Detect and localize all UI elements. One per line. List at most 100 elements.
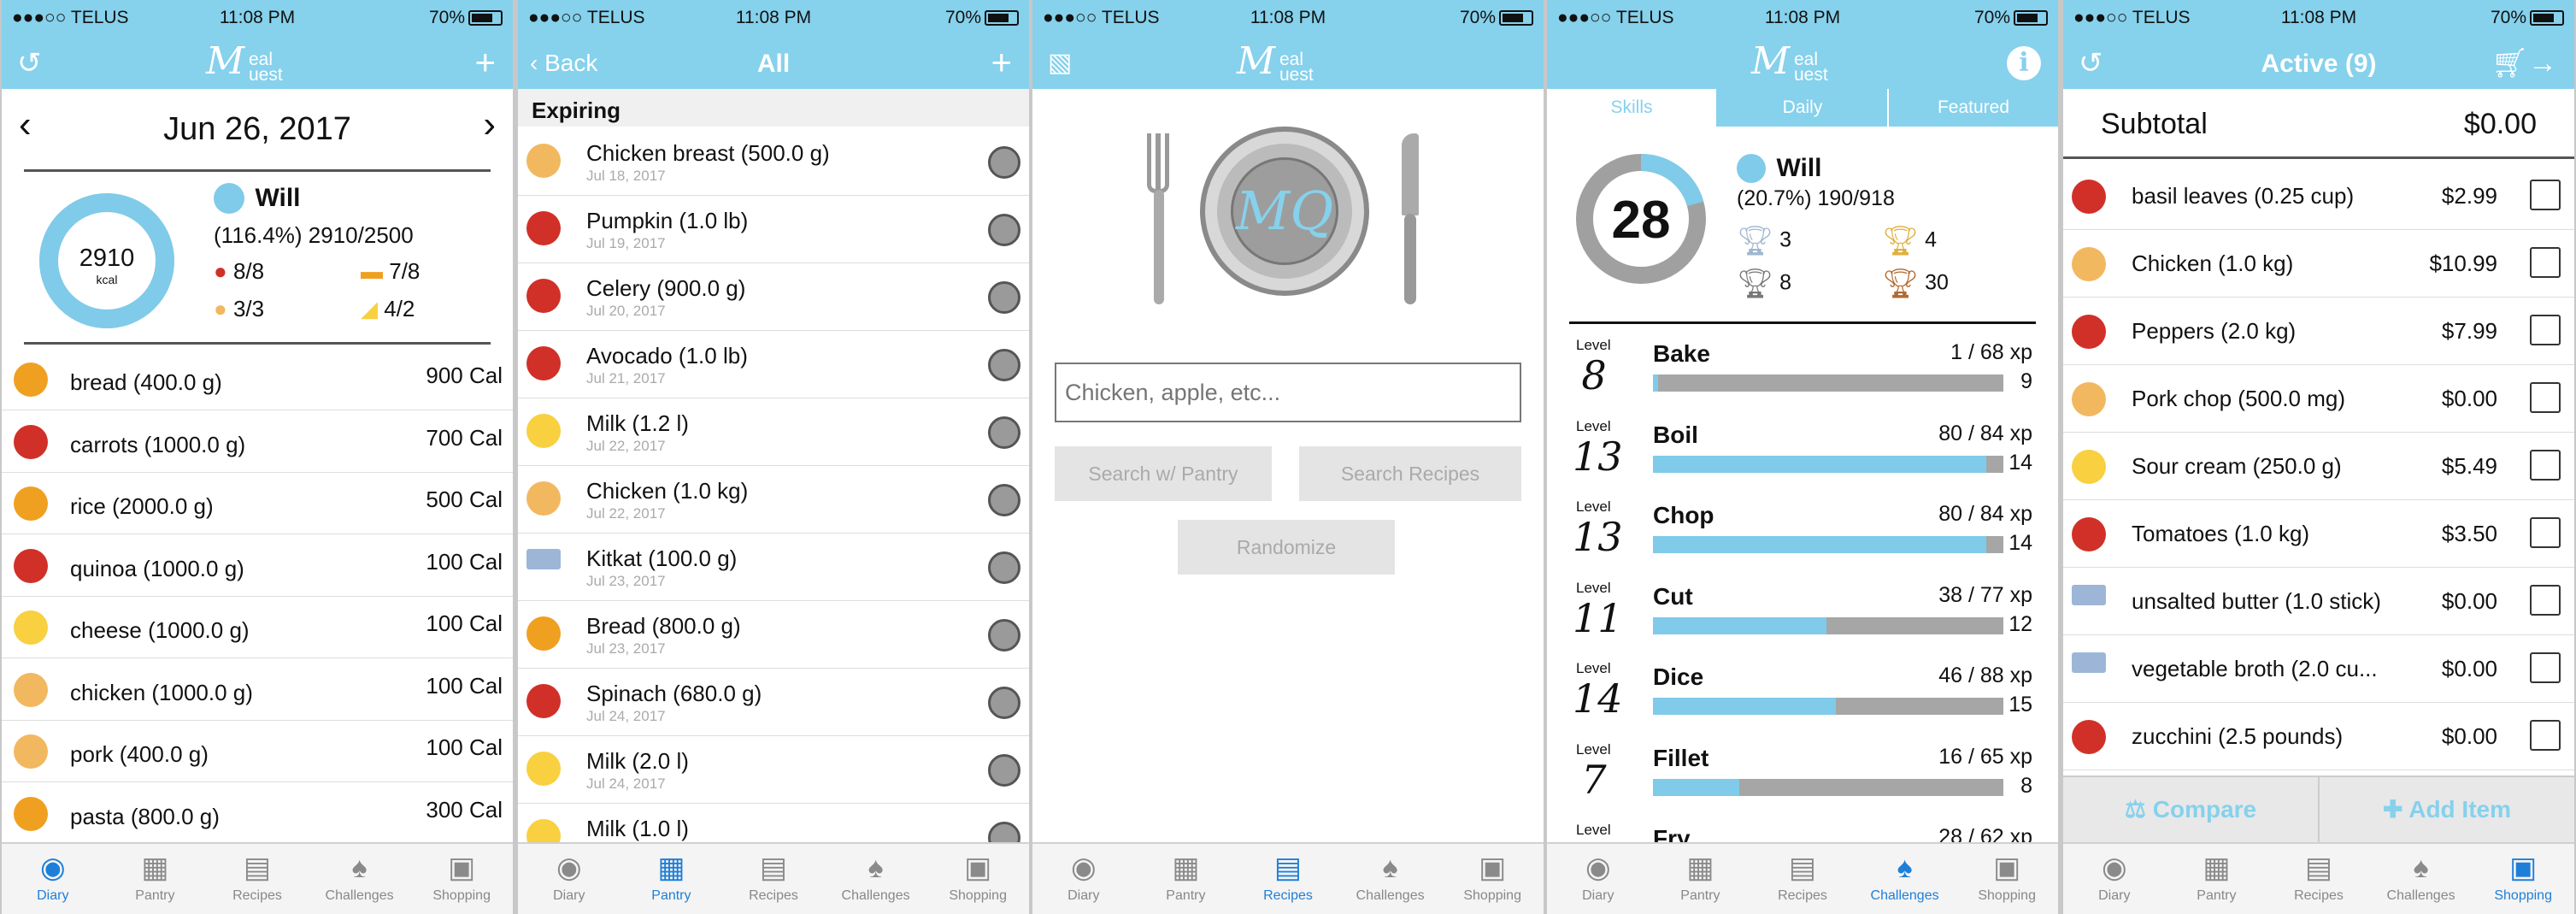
item-checkbox[interactable] [2530, 517, 2561, 548]
skill-xp: 80 / 84 xp [1938, 502, 2032, 526]
tab-diary[interactable]: ◉ Diary [518, 844, 620, 914]
pantry-screen: ●●●○○ TELUS 11:08 PM 70% ‹ Back All + Ex… [518, 0, 1029, 914]
shopping-item[interactable]: basil leaves (0.25 cup) $2.99 [2063, 162, 2574, 230]
diary-entry[interactable]: cheese (1000.0 g) 100 Cal [2, 597, 513, 658]
diary-entry[interactable]: pork (400.0 g) 100 Cal [2, 721, 513, 782]
info-icon[interactable]: i [2007, 46, 2041, 80]
skill-row[interactable]: Level 8 Bake 1 / 68 xp 9 [1547, 330, 2058, 410]
diary-entry[interactable]: rice (2000.0 g) 500 Cal [2, 473, 513, 534]
tab-diary[interactable]: ◉ Diary [2, 844, 104, 914]
tab-shopping[interactable]: ▣ Shopping [410, 844, 513, 914]
shopping-item[interactable]: unsalted butter (1.0 stick) $0.00 [2063, 568, 2574, 635]
tab-shopping[interactable]: ▣ Shopping [1956, 844, 2058, 914]
pantry-item[interactable]: Milk (1.2 l) Jul 22, 2017 [518, 398, 1029, 466]
add-icon[interactable]: + [474, 44, 496, 80]
shopping-item[interactable]: Pork chop (500.0 mg) $0.00 [2063, 365, 2574, 433]
plate-icon[interactable] [973, 480, 1020, 517]
item-name: Chicken breast (500.0 g) [586, 140, 830, 166]
tab-bar: ◉ Diary ▦ Pantry ▤ Recipes ♠ Challenges ▣ Shoppin… [1032, 842, 1544, 914]
next-day-button[interactable]: › [483, 106, 496, 144]
pantry-item[interactable]: Chicken (1.0 kg) Jul 22, 2017 [518, 466, 1029, 534]
diary-entry[interactable]: carrots (1000.0 g) 700 Cal [2, 411, 513, 473]
add-item-button[interactable]: ✚ Add Item [2320, 777, 2574, 842]
pantry-icon: ▦ [141, 852, 169, 884]
tab-challenges[interactable]: ♠ Challenges [1339, 844, 1442, 914]
shopping-item[interactable]: Tomatoes (1.0 kg) $3.50 [2063, 500, 2574, 568]
tab-diary[interactable]: ◉ Diary [1547, 844, 1650, 914]
pantry-item[interactable]: Milk (2.0 l) Jul 24, 2017 [518, 736, 1029, 804]
compare-button[interactable]: ⚖ Compare [2063, 777, 2320, 842]
tab-pantry[interactable]: ▦ Pantry [1135, 844, 1238, 914]
tab-pantry[interactable]: ▦ Pantry [620, 844, 723, 914]
item-checkbox[interactable] [2530, 180, 2561, 210]
tab-diary[interactable]: ◉ Diary [2063, 844, 2166, 914]
item-checkbox[interactable] [2530, 247, 2561, 278]
pantry-item[interactable]: Spinach (680.0 g) Jul 24, 2017 [518, 669, 1029, 736]
add-icon[interactable]: + [991, 44, 1012, 80]
pantry-item[interactable]: Celery (900.0 g) Jul 20, 2017 [518, 263, 1029, 331]
item-checkbox[interactable] [2530, 652, 2561, 683]
item-checkbox[interactable] [2530, 315, 2561, 345]
shopping-item[interactable]: vegetable broth (2.0 cu... $0.00 [2063, 635, 2574, 703]
plate-icon[interactable] [973, 615, 1020, 652]
plate-icon[interactable] [973, 750, 1020, 787]
skill-row[interactable]: Level 13 Boil 80 / 84 xp 14 [1547, 411, 2058, 492]
skill-row[interactable]: Level 7 Fillet 16 / 65 xp 8 [1547, 734, 2058, 815]
pantry-item[interactable]: Chicken breast (500.0 g) Jul 18, 2017 [518, 128, 1029, 196]
diary-entry[interactable]: chicken (1000.0 g) 100 Cal [2, 659, 513, 721]
tab-recipes[interactable]: ▤ Recipes [2267, 844, 2370, 914]
plate-icon[interactable] [973, 142, 1020, 180]
skill-row[interactable]: Level 13 Chop 80 / 84 xp 14 [1547, 492, 2058, 572]
tab-featured[interactable]: Featured [1889, 89, 2058, 127]
shopping-item[interactable]: Peppers (2.0 kg) $7.99 [2063, 298, 2574, 365]
tab-shopping[interactable]: ▣ Shopping [926, 844, 1029, 914]
plate-icon[interactable] [973, 345, 1020, 382]
item-checkbox[interactable] [2530, 585, 2561, 616]
tab-pantry[interactable]: ▦ Pantry [104, 844, 207, 914]
item-checkbox[interactable] [2530, 382, 2561, 413]
tab-pantry[interactable]: ▦ Pantry [1650, 844, 1752, 914]
tab-shopping[interactable]: ▣ Shopping [1441, 844, 1544, 914]
tab-recipes[interactable]: ▤ Recipes [722, 844, 825, 914]
tab-pantry[interactable]: ▦ Pantry [2166, 844, 2268, 914]
randomize-button[interactable]: Randomize [1178, 520, 1395, 575]
pantry-item[interactable]: Avocado (1.0 lb) Jul 21, 2017 [518, 331, 1029, 398]
plate-icon[interactable] [973, 682, 1020, 720]
search-with-pantry-button[interactable]: Search w/ Pantry [1055, 446, 1272, 501]
pantry-item[interactable]: Bread (800.0 g) Jul 23, 2017 [518, 601, 1029, 669]
shopping-item[interactable]: Sour cream (250.0 g) $5.49 [2063, 433, 2574, 500]
plate-icon[interactable] [973, 412, 1020, 450]
cookbook-icon[interactable]: ▧ [1048, 48, 1072, 79]
plate-icon[interactable] [973, 277, 1020, 315]
history-icon[interactable]: ↺ [17, 48, 42, 79]
tab-challenges[interactable]: ♠ Challenges [825, 844, 927, 914]
shopping-item[interactable]: Chicken (1.0 kg) $10.99 [2063, 230, 2574, 298]
tab-shopping[interactable]: ▣ Shopping [2472, 844, 2574, 914]
shopping-item[interactable]: zucchini (2.5 pounds) $0.00 [2063, 703, 2574, 770]
diary-entry[interactable]: bread (400.0 g) 900 Cal [2, 349, 513, 410]
plate-icon[interactable] [973, 209, 1020, 247]
tab-skills[interactable]: Skills [1547, 89, 1718, 127]
tab-recipes[interactable]: ▤ Recipes [1237, 844, 1339, 914]
skill-row[interactable]: Level 14 Dice 46 / 88 xp 15 [1547, 653, 2058, 734]
item-checkbox[interactable] [2530, 720, 2561, 751]
tab-challenges[interactable]: ♠ Challenges [2370, 844, 2473, 914]
diary-entry[interactable]: quinoa (1000.0 g) 100 Cal [2, 535, 513, 597]
tab-recipes[interactable]: ▤ Recipes [206, 844, 309, 914]
ingredient-search-input[interactable] [1055, 363, 1521, 422]
pantry-item[interactable]: Pumpkin (1.0 lb) Jul 19, 2017 [518, 196, 1029, 263]
tab-challenges[interactable]: ♠ Challenges [309, 844, 411, 914]
pantry-item[interactable]: Kitkat (100.0 g) Jul 23, 2017 [518, 534, 1029, 601]
cart-checkout-icon[interactable]: 🛒︎→ [2491, 46, 2557, 80]
search-recipes-button[interactable]: Search Recipes [1299, 446, 1521, 501]
item-checkbox[interactable] [2530, 450, 2561, 481]
skill-row[interactable]: Level 11 Cut 38 / 77 xp 12 [1547, 573, 2058, 653]
tab-challenges[interactable]: ♠ Challenges [1854, 844, 1956, 914]
item-name: basil leaves (0.25 cup) [2132, 183, 2355, 209]
tab-recipes[interactable]: ▤ Recipes [1751, 844, 1854, 914]
tab-diary[interactable]: ◉ Diary [1032, 844, 1135, 914]
plate-icon[interactable] [973, 547, 1020, 585]
trophy-icon: ♠ [1897, 852, 1913, 884]
tab-daily[interactable]: Daily [1718, 89, 1889, 127]
diary-entry[interactable]: pasta (800.0 g) 300 Cal [2, 783, 513, 845]
